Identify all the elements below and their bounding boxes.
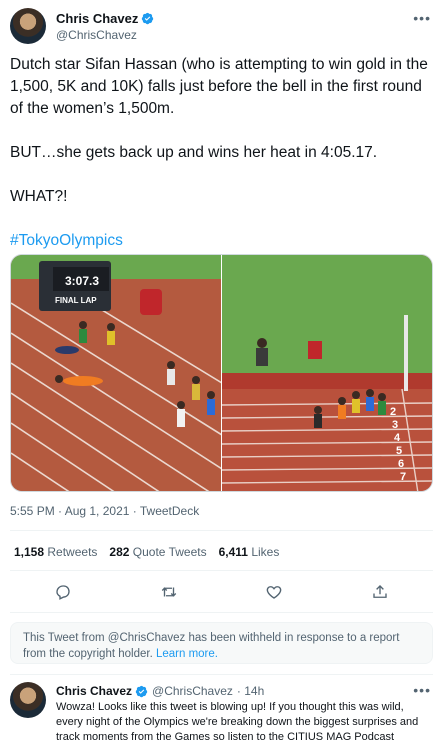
- reply-display-name[interactable]: Chris Chavez: [56, 684, 132, 698]
- scoreboard-label: FINAL LAP: [55, 296, 97, 305]
- retweets-stat[interactable]: 1,158 Retweets: [14, 545, 97, 559]
- hashtag-link[interactable]: #TokyoOlympics: [10, 232, 123, 249]
- lane-number: 4: [394, 432, 401, 444]
- divider: [10, 530, 433, 531]
- reply-time[interactable]: · 14h: [237, 684, 264, 698]
- reply-text: Wowza! Looks like this tweet is blowing …: [56, 701, 419, 743]
- likes-stat[interactable]: 6,411 Likes: [219, 545, 280, 559]
- author-name-row: Chris Chavez: [56, 11, 154, 26]
- action-bar: [10, 578, 433, 606]
- divider: [10, 570, 433, 571]
- more-options-icon[interactable]: •••: [413, 682, 431, 698]
- retweets-count: 1,158: [14, 545, 45, 559]
- quote-tweets-stat[interactable]: 282 Quote Tweets: [109, 545, 206, 559]
- divider: [10, 674, 433, 675]
- reply-icon[interactable]: [52, 581, 74, 603]
- more-options-icon[interactable]: •••: [413, 10, 431, 26]
- avatar[interactable]: [10, 682, 46, 718]
- tweet-text: Dutch star Sifan Hassan (who is attempti…: [10, 54, 434, 274]
- divider: [10, 612, 433, 613]
- engagement-stats: 1,158 Retweets 282 Quote Tweets 6,411 Li…: [14, 545, 279, 559]
- tweet-paragraph: BUT…she gets back up and wins her heat i…: [10, 144, 378, 161]
- lane-number: 5: [396, 445, 402, 457]
- reply-header: Chris Chavez @ChrisChavez · 14h: [56, 684, 264, 698]
- tweet-header: Chris Chavez @ChrisChavez •••: [10, 8, 433, 44]
- lane-number: 6: [398, 458, 404, 470]
- lane-number: 2: [390, 406, 396, 418]
- track-fall-scene: 3:07.3 FINAL LAP: [11, 255, 221, 491]
- verified-badge-icon: [135, 685, 148, 697]
- like-icon[interactable]: [263, 581, 285, 603]
- author-display-name[interactable]: Chris Chavez: [56, 11, 138, 26]
- likes-count: 6,411: [218, 545, 248, 559]
- media-image-fall[interactable]: 3:07.3 FINAL LAP: [11, 255, 221, 491]
- verified-badge-icon: [142, 12, 154, 25]
- retweets-label: Retweets: [47, 545, 98, 559]
- tweet-media[interactable]: 3:07.3 FINAL LAP 2 3 4 5 6 7: [10, 254, 433, 492]
- scoreboard-time: 3:07.3: [65, 274, 99, 288]
- retweet-icon[interactable]: [158, 581, 180, 603]
- media-image-finish[interactable]: 2 3 4 5 6 7: [222, 255, 432, 491]
- avatar[interactable]: [10, 8, 46, 44]
- tweet-timestamp[interactable]: 5:55 PM · Aug 1, 2021 · TweetDeck: [10, 504, 199, 518]
- tweet-paragraph: WHAT?!: [10, 188, 68, 205]
- lane-number: 7: [400, 471, 406, 483]
- learn-more-link[interactable]: Learn more.: [156, 648, 218, 660]
- quote-tweets-label: Quote Tweets: [132, 545, 207, 559]
- likes-label: Likes: [251, 545, 280, 559]
- reply-handle[interactable]: @ChrisChavez: [152, 684, 233, 698]
- author-handle[interactable]: @ChrisChavez: [56, 28, 137, 42]
- share-icon[interactable]: [369, 581, 391, 603]
- tweet-paragraph: Dutch star Sifan Hassan (who is attempti…: [10, 56, 428, 117]
- track-finish-scene: 2 3 4 5 6 7: [222, 255, 432, 491]
- quote-tweets-count: 282: [109, 545, 130, 559]
- withheld-notice: This Tweet from @ChrisChavez has been wi…: [10, 622, 433, 664]
- lane-number: 3: [392, 419, 398, 431]
